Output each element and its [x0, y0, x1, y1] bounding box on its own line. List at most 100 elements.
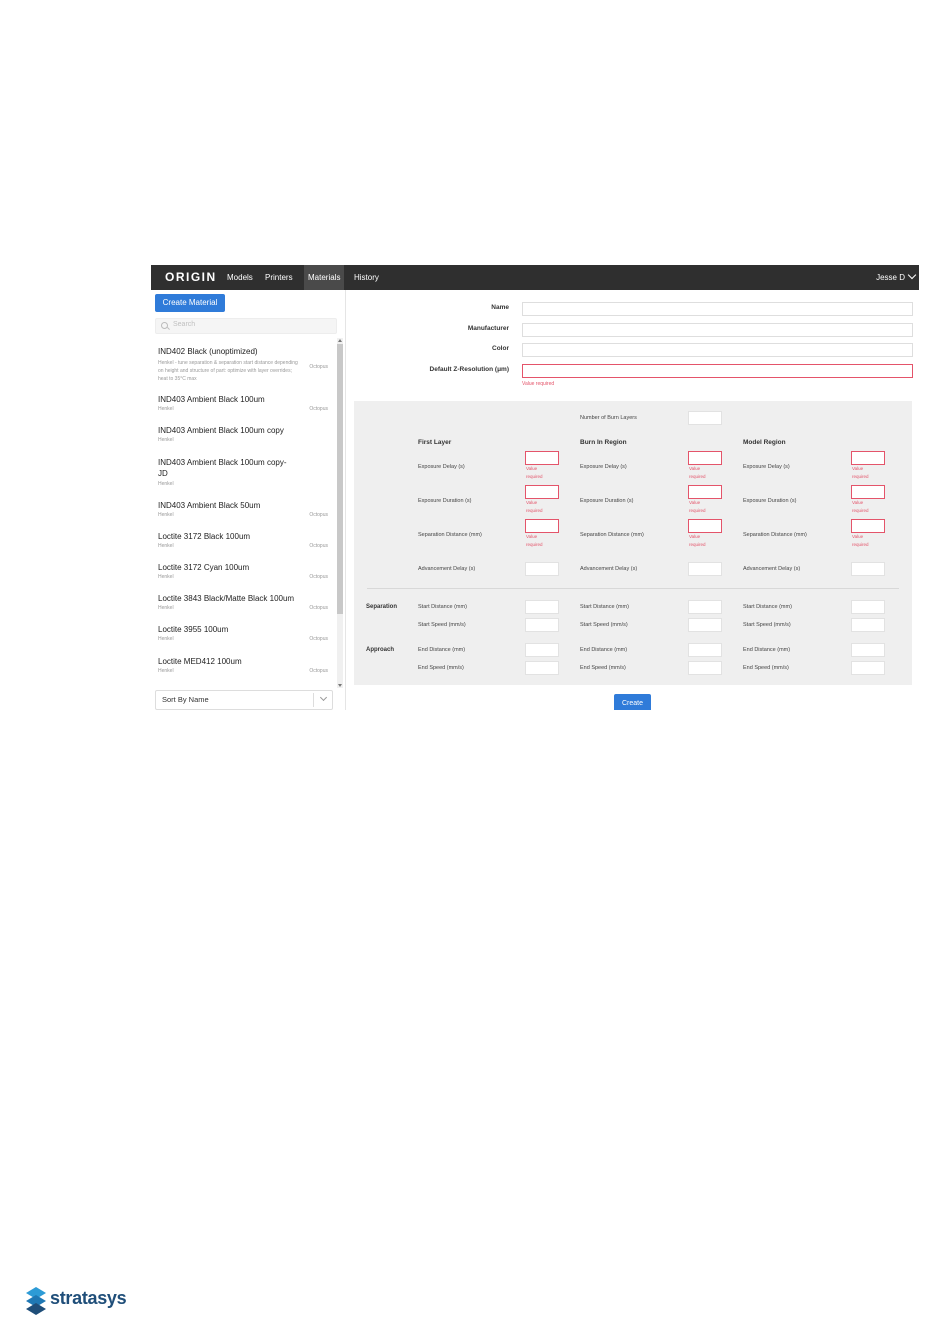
- item-printer: Octopus: [309, 636, 328, 642]
- z-resolution-field[interactable]: [522, 364, 913, 378]
- panel-divider: [367, 588, 899, 589]
- first-exposure-delay-field[interactable]: [525, 451, 559, 465]
- burn-exposure-delay-field[interactable]: [688, 451, 722, 465]
- list-item[interactable]: Loctite 3955 100um Henkel Octopus: [158, 624, 328, 642]
- item-manufacturer: Henkel: [158, 512, 174, 518]
- list-item[interactable]: Loctite MED412 100um Henkel Octopus: [158, 656, 328, 674]
- list-item[interactable]: Loctite 3172 Black 100um Henkel Octopus: [158, 531, 328, 549]
- first-separation-distance-field[interactable]: [525, 519, 559, 533]
- start-distance-label: Start Distance (mm): [580, 604, 629, 610]
- list-item[interactable]: IND403 Ambient Black 100um copy Henkel: [158, 425, 328, 443]
- color-field[interactable]: [522, 343, 913, 357]
- item-printer: Octopus: [309, 574, 328, 580]
- exposure-delay-label: Exposure Delay (s): [418, 464, 465, 470]
- list-item[interactable]: IND402 Black (unoptimized) Henkel - tune…: [158, 346, 328, 383]
- start-speed-label: Start Speed (mm/s): [580, 622, 628, 628]
- nav-models[interactable]: Models: [223, 265, 257, 290]
- first-start-speed-field[interactable]: [525, 618, 559, 632]
- manufacturer-label: Manufacturer: [467, 325, 509, 332]
- user-menu[interactable]: Jesse D: [876, 265, 917, 290]
- z-resolution-label: Default Z-Resolution (μm): [429, 366, 509, 373]
- list-item[interactable]: IND403 Ambient Black 50um Henkel Octopus: [158, 500, 328, 518]
- start-speed-label: Start Speed (mm/s): [418, 622, 466, 628]
- user-name: Jesse D: [876, 273, 905, 282]
- materials-sidebar: Create Material Search IND402 Black (uno…: [151, 290, 346, 710]
- model-end-distance-field[interactable]: [851, 643, 885, 657]
- materials-list: IND402 Black (unoptimized) Henkel - tune…: [151, 338, 336, 688]
- item-manufacturer: Henkel: [158, 481, 174, 487]
- scroll-thumb[interactable]: [337, 344, 343, 614]
- list-item[interactable]: Loctite 3172 Cyan 100um Henkel Octopus: [158, 562, 328, 580]
- validation-error: Value required: [526, 466, 543, 479]
- validation-error: Value required: [852, 466, 869, 479]
- burn-end-speed-field[interactable]: [688, 661, 722, 675]
- model-advancement-delay-field[interactable]: [851, 562, 885, 576]
- burn-exposure-duration-field[interactable]: [688, 485, 722, 499]
- separation-group-label: Separation: [366, 604, 398, 610]
- material-form: Name Manufacturer Color Default Z-Resolu…: [346, 290, 919, 710]
- top-nav-bar: ORIGIN Models Printers Materials History…: [151, 265, 919, 290]
- item-manufacturer: Henkel: [158, 668, 174, 674]
- item-name: Loctite 3172 Black 100um: [158, 532, 251, 541]
- model-start-speed-field[interactable]: [851, 618, 885, 632]
- nav-printers[interactable]: Printers: [261, 265, 297, 290]
- start-speed-label: Start Speed (mm/s): [743, 622, 791, 628]
- item-manufacturer: Henkel: [158, 636, 174, 642]
- first-end-distance-field[interactable]: [525, 643, 559, 657]
- sort-value: Sort By Name: [162, 695, 209, 704]
- validation-error: Value required: [689, 500, 706, 513]
- model-start-distance-field[interactable]: [851, 600, 885, 614]
- burn-start-speed-field[interactable]: [688, 618, 722, 632]
- exposure-duration-label: Exposure Duration (s): [580, 498, 634, 504]
- model-separation-distance-field[interactable]: [851, 519, 885, 533]
- item-name: IND403 Ambient Black 100um copy-JD: [158, 458, 287, 478]
- item-name: Loctite 3843 Black/Matte Black 100um: [158, 594, 295, 603]
- burn-separation-distance-field[interactable]: [688, 519, 722, 533]
- item-printer: Octopus: [309, 605, 328, 611]
- origin-app-window: ORIGIN Models Printers Materials History…: [151, 265, 919, 710]
- end-distance-label: End Distance (mm): [418, 647, 466, 653]
- burn-start-distance-field[interactable]: [688, 600, 722, 614]
- end-distance-label: End Distance (mm): [743, 647, 791, 653]
- item-printer: Octopus: [309, 512, 328, 518]
- search-input[interactable]: Search: [155, 318, 337, 334]
- end-speed-label: End Speed (mm/s): [743, 665, 789, 671]
- list-item[interactable]: IND403 Ambient Black 100um copy-JD Henke…: [158, 457, 293, 487]
- burn-advancement-delay-field[interactable]: [688, 562, 722, 576]
- name-field[interactable]: [522, 302, 913, 316]
- model-end-speed-field[interactable]: [851, 661, 885, 675]
- layer-settings-panel: Number of Burn Layers First Layer Burn I…: [354, 401, 912, 685]
- column-model-region: Model Region: [743, 439, 786, 446]
- manufacturer-field[interactable]: [522, 323, 913, 337]
- column-first-layer: First Layer: [418, 439, 452, 446]
- sort-select[interactable]: Sort By Name: [155, 690, 333, 710]
- nav-materials[interactable]: Materials: [304, 265, 345, 290]
- origin-logo: ORIGIN: [165, 270, 217, 284]
- list-scrollbar[interactable]: [337, 338, 343, 688]
- advancement-delay-label: Advancement Delay (s): [418, 566, 476, 572]
- scroll-up-icon[interactable]: [338, 339, 342, 342]
- item-name: IND403 Ambient Black 50um: [158, 501, 261, 510]
- advancement-delay-label: Advancement Delay (s): [743, 566, 801, 572]
- first-end-speed-field[interactable]: [525, 661, 559, 675]
- model-exposure-duration-field[interactable]: [851, 485, 885, 499]
- first-exposure-duration-field[interactable]: [525, 485, 559, 499]
- nav-history[interactable]: History: [350, 265, 383, 290]
- list-item[interactable]: IND403 Ambient Black 100um Henkel Octopu…: [158, 394, 328, 412]
- validation-error: Value required: [689, 534, 706, 547]
- burn-end-distance-field[interactable]: [688, 643, 722, 657]
- exposure-duration-label: Exposure Duration (s): [418, 498, 472, 504]
- separation-distance-label: Separation Distance (mm): [743, 532, 807, 538]
- first-advancement-delay-field[interactable]: [525, 562, 559, 576]
- model-exposure-delay-field[interactable]: [851, 451, 885, 465]
- validation-error: Value required: [852, 500, 869, 513]
- scroll-down-icon[interactable]: [338, 684, 342, 687]
- create-button[interactable]: Create: [614, 694, 651, 710]
- search-placeholder: Search: [173, 321, 196, 328]
- item-manufacturer: Henkel: [158, 605, 174, 611]
- list-item[interactable]: Loctite 3843 Black/Matte Black 100um Hen…: [158, 593, 328, 611]
- item-description: Henkel - tune separation & separation st…: [158, 360, 298, 382]
- burn-layers-field[interactable]: [688, 411, 722, 425]
- create-material-button[interactable]: Create Material: [155, 294, 225, 312]
- first-start-distance-field[interactable]: [525, 600, 559, 614]
